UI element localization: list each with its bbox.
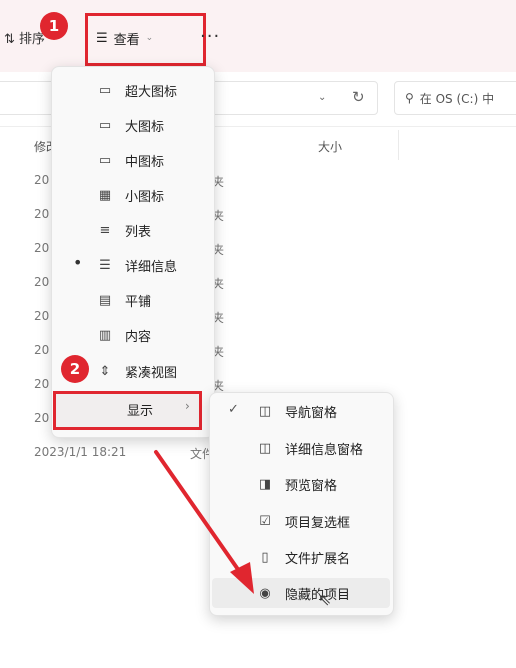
monitor-icon: ▭	[98, 82, 112, 98]
menu-item-large-icons[interactable]: ▭ 大图标	[95, 110, 164, 140]
tiles-icon: ▤	[98, 292, 112, 308]
chevron-right-icon: ›	[185, 399, 190, 413]
sort-icon: ⇅	[4, 32, 20, 47]
content-icon: ▥	[98, 327, 112, 343]
submenu-item-hidden-items[interactable]: ◉ 隐藏的项目	[255, 578, 350, 608]
grid-icon: ▦	[98, 187, 112, 203]
row-date: 20	[34, 207, 50, 221]
search-icon: ⚲	[405, 91, 414, 105]
menu-item-medium-icons[interactable]: ▭ 中图标	[95, 145, 164, 175]
menu-item-tiles[interactable]: ▤ 平铺	[95, 285, 151, 315]
row-date: 20	[34, 173, 50, 187]
preview-pane-icon: ◨	[258, 476, 272, 492]
command-bar: ⇅ 排序 ☰ 查看 ⌄ ···	[0, 0, 516, 73]
step-badge-1: 1	[40, 12, 68, 40]
menu-item-compact-view[interactable]: ⇕ 紧凑视图	[95, 356, 177, 386]
step-badge-2: 2	[61, 355, 89, 383]
sort-button[interactable]: ⇅ 排序	[4, 28, 45, 47]
menu-item-content[interactable]: ▥ 内容	[95, 320, 151, 350]
refresh-icon[interactable]: ↻	[352, 88, 365, 106]
menu-item-extra-large-icons[interactable]: ▭ 超大图标	[95, 75, 177, 105]
monitor-icon: ▭	[98, 117, 112, 133]
file-icon: ▯	[261, 549, 269, 565]
list-icon: ≡	[99, 222, 111, 238]
row-date: 20	[34, 309, 50, 323]
eye-icon: ◉	[259, 585, 271, 601]
compact-icon: ⇕	[99, 363, 111, 379]
column-divider[interactable]	[398, 130, 399, 160]
check-icon: ✓	[228, 402, 239, 417]
submenu-item-details-pane[interactable]: ◫ 详细信息窗格	[255, 433, 363, 463]
view-button-highlight	[85, 13, 206, 66]
address-chevron-icon[interactable]: ⌄	[318, 92, 326, 103]
row-date: 20	[34, 377, 50, 391]
menu-item-show-label: 显示	[127, 404, 154, 419]
row-date: 20	[34, 343, 50, 357]
row-date: 20	[34, 411, 50, 425]
monitor-icon: ▭	[98, 152, 112, 168]
row-date: 20	[34, 241, 50, 255]
checkbox-icon: ☑	[259, 513, 271, 529]
more-options-button[interactable]: ···	[200, 26, 220, 47]
selected-dot-icon: •	[73, 253, 83, 272]
search-input[interactable]: ⚲ 在 OS (C:) 中	[394, 81, 516, 115]
submenu-item-preview-pane[interactable]: ◨ 预览窗格	[255, 469, 337, 499]
details-pane-icon: ◫	[258, 440, 272, 456]
row-date: 2023/1/1 18:21	[34, 445, 127, 459]
submenu-item-file-extensions[interactable]: ▯ 文件扩展名	[255, 542, 350, 572]
nav-pane-icon: ◫	[258, 403, 272, 419]
menu-item-list[interactable]: ≡ 列表	[95, 215, 151, 245]
column-header-size[interactable]: 大小	[318, 138, 342, 155]
submenu-item-navigation-pane[interactable]: ◫ 导航窗格	[255, 396, 337, 426]
submenu-item-item-checkboxes[interactable]: ☑ 项目复选框	[255, 506, 350, 536]
menu-item-details[interactable]: ☰ 详细信息	[95, 250, 177, 280]
mouse-cursor-icon: ⇖	[318, 590, 332, 609]
details-icon: ☰	[99, 257, 111, 273]
menu-item-small-icons[interactable]: ▦ 小图标	[95, 180, 164, 210]
row-date: 20	[34, 275, 50, 289]
